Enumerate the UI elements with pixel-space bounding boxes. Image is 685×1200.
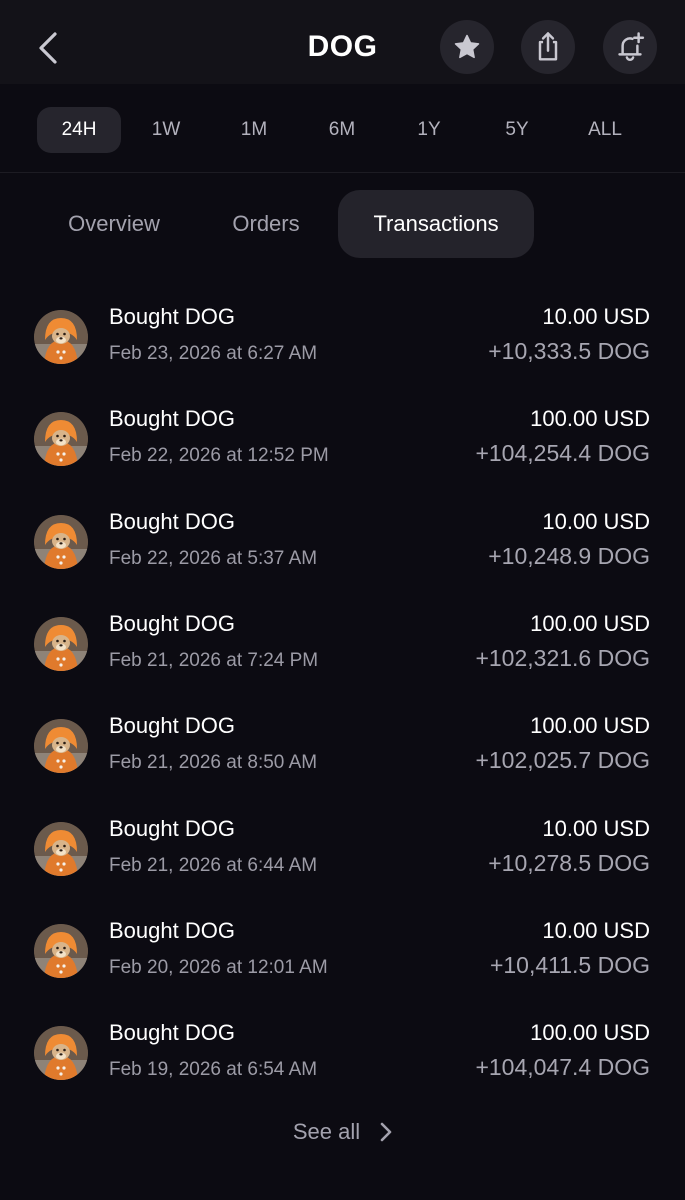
range-6m[interactable]: 6M (300, 107, 384, 153)
dog-avatar-icon (34, 1026, 88, 1081)
transaction-row[interactable]: Bought DOG Feb 21, 2026 at 6:44 AM 10.00 U… (0, 816, 685, 918)
transaction-row[interactable]: Bought DOG Feb 20, 2026 at 12:01 AM 10.00 … (0, 918, 685, 1020)
share-icon (538, 32, 558, 61)
transaction-dog-amount: +102,321.6 DOG (475, 644, 650, 671)
transaction-date: Feb 21, 2026 at 7:24 PM (109, 649, 319, 671)
favorite-button[interactable] (440, 20, 494, 74)
transaction-usd-amount: 10.00 USD (542, 304, 650, 329)
transaction-title: Bought DOG (109, 610, 235, 636)
transaction-date: Feb 21, 2026 at 8:50 AM (109, 752, 318, 774)
transaction-row[interactable]: Bought DOG Feb 23, 2026 at 6:27 AM 10.00 U… (0, 304, 685, 406)
transaction-dog-amount: +10,248.9 DOG (488, 542, 650, 569)
dog-avatar (34, 821, 88, 876)
range-24h[interactable]: 24H (37, 107, 121, 153)
dog-avatar (34, 923, 88, 978)
range-1w[interactable]: 1W (124, 107, 208, 153)
price-alert-button[interactable] (603, 20, 657, 74)
transaction-title: Bought DOG (109, 815, 235, 841)
range-1y[interactable]: 1Y (387, 107, 471, 153)
transaction-dog-amount: +10,278.5 DOG (488, 849, 650, 876)
transaction-usd-amount: 100.00 USD (530, 610, 650, 636)
transaction-usd-amount: 100.00 USD (530, 406, 650, 432)
dog-avatar-icon (34, 821, 88, 876)
share-button[interactable] (521, 20, 575, 74)
transaction-row[interactable]: Bought DOG Feb 21, 2026 at 8:50 AM 100.00 … (0, 713, 685, 815)
range-5y[interactable]: 5Y (475, 107, 559, 153)
range-1m[interactable]: 1M (212, 107, 296, 153)
dog-avatar (34, 412, 88, 467)
dog-avatar-icon (34, 412, 88, 467)
dog-avatar-icon (34, 514, 88, 569)
range-all[interactable]: ALL (563, 107, 647, 153)
time-range-selector: 24H 1W 1M 6M 1Y 5Y ALL (0, 86, 685, 172)
dog-avatar-icon (34, 616, 88, 671)
transaction-date: Feb 22, 2026 at 5:37 AM (109, 547, 318, 569)
dog-avatar-icon (34, 310, 88, 364)
transaction-date: Feb 21, 2026 at 6:44 AM (109, 854, 318, 876)
transaction-title: Bought DOG (109, 713, 235, 739)
dog-avatar (34, 719, 88, 774)
dog-avatar (34, 310, 88, 364)
transaction-date: Feb 19, 2026 at 6:54 AM (109, 1059, 318, 1081)
transaction-row[interactable]: Bought DOG Feb 19, 2026 at 6:54 AM 100.00 … (0, 1020, 685, 1122)
transaction-usd-amount: 100.00 USD (530, 713, 650, 739)
dog-avatar-icon (34, 923, 88, 978)
dog-avatar (34, 514, 88, 569)
see-all-label: See all (292, 1119, 361, 1144)
transaction-title: Bought DOG (109, 304, 235, 329)
transaction-date: Feb 22, 2026 at 12:52 PM (109, 445, 329, 467)
transaction-usd-amount: 10.00 USD (542, 508, 650, 534)
top-bar: DOG (0, 0, 685, 84)
transaction-title: Bought DOG (109, 508, 235, 534)
dog-avatar (34, 1026, 88, 1081)
chevron-right-icon (380, 1122, 392, 1142)
transaction-dog-amount: +104,047.4 DOG (475, 1054, 650, 1081)
transaction-dog-amount: +102,025.7 DOG (475, 747, 650, 774)
transaction-date: Feb 20, 2026 at 12:01 AM (109, 956, 328, 978)
transaction-usd-amount: 100.00 USD (530, 1020, 650, 1046)
tab-overview[interactable]: Overview (40, 190, 188, 258)
divider (0, 172, 685, 173)
tab-transactions[interactable]: Transactions (338, 190, 534, 258)
transaction-date: Feb 23, 2026 at 6:27 AM (109, 343, 318, 364)
see-all-button[interactable]: See all (0, 1114, 685, 1150)
transaction-dog-amount: +104,254.4 DOG (475, 440, 650, 467)
transaction-usd-amount: 10.00 USD (542, 917, 650, 943)
transaction-dog-amount: +10,333.5 DOG (488, 338, 650, 364)
page-title: DOG (307, 30, 378, 63)
tab-orders[interactable]: Orders (204, 190, 328, 258)
transaction-title: Bought DOG (109, 917, 235, 943)
bell-plus-icon (618, 32, 645, 61)
dog-avatar-icon (34, 719, 88, 774)
transaction-row[interactable]: Bought DOG Feb 22, 2026 at 12:52 PM 100.00… (0, 406, 685, 508)
transaction-title: Bought DOG (109, 406, 235, 432)
dog-avatar (34, 616, 88, 671)
transaction-row[interactable]: Bought DOG Feb 21, 2026 at 7:24 PM 100.00 … (0, 611, 685, 713)
transaction-title: Bought DOG (109, 1020, 235, 1046)
transaction-usd-amount: 10.00 USD (542, 815, 650, 841)
transaction-row[interactable]: Bought DOG Feb 22, 2026 at 5:37 AM 10.00 U… (0, 509, 685, 611)
transaction-dog-amount: +10,411.5 DOG (489, 951, 650, 978)
star-icon (454, 34, 480, 59)
